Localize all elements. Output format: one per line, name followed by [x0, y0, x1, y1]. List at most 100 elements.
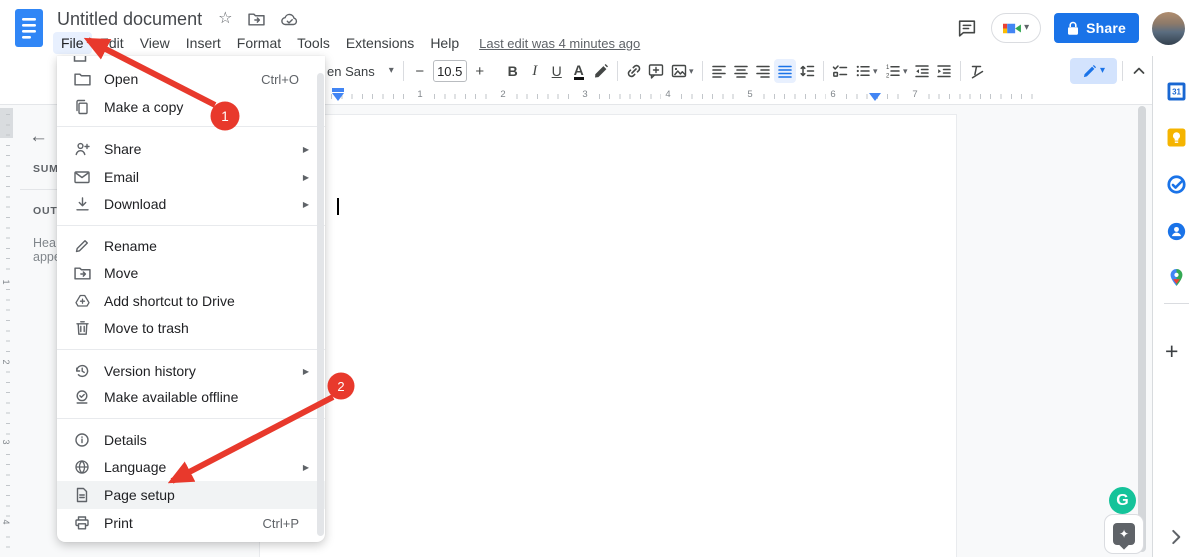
- share-button[interactable]: Share: [1054, 13, 1139, 43]
- menu-extensions[interactable]: Extensions: [338, 32, 422, 54]
- info-icon: [73, 431, 91, 449]
- underline-button[interactable]: U: [546, 59, 568, 83]
- insert-image-button[interactable]: ▾: [667, 59, 697, 83]
- get-add-ons-button[interactable]: +: [1165, 340, 1178, 363]
- submenu-arrow-icon: ▶: [302, 462, 309, 472]
- history-clock-icon: [73, 362, 91, 380]
- move-folder-icon[interactable]: [248, 12, 266, 27]
- google-docs-logo[interactable]: [15, 9, 43, 47]
- hide-side-panel-button[interactable]: [1165, 526, 1187, 548]
- document-title-row: Untitled document ☆: [57, 7, 300, 31]
- editing-mode-caret-icon: ▾: [1099, 65, 1106, 76]
- copy-icon: [73, 98, 91, 116]
- last-edit-link[interactable]: Last edit was 4 minutes ago: [479, 36, 640, 51]
- insert-link-button[interactable]: [623, 59, 645, 83]
- menu-item-open[interactable]: Open Ctrl+O: [57, 65, 325, 93]
- image-caret-icon: ▾: [688, 65, 694, 76]
- ruler-number: 1: [1, 277, 11, 287]
- menu-item-add-shortcut-to-drive[interactable]: Add shortcut to Drive: [57, 287, 325, 315]
- google-calendar-icon[interactable]: 31: [1167, 82, 1186, 101]
- meet-call-button[interactable]: ▾: [991, 13, 1042, 43]
- google-keep-icon[interactable]: [1167, 128, 1186, 147]
- menu-edit[interactable]: Edit: [92, 32, 132, 54]
- clear-formatting-button[interactable]: [966, 59, 988, 83]
- document-scrollbar[interactable]: [1138, 106, 1146, 552]
- increase-font-size-button[interactable]: +: [469, 59, 491, 83]
- google-maps-icon[interactable]: [1167, 268, 1186, 287]
- font-family-selector[interactable]: en Sans ▾: [327, 64, 394, 79]
- editing-mode-button[interactable]: ▾: [1070, 58, 1117, 84]
- first-line-indent-marker[interactable]: [332, 88, 344, 92]
- outline-hint-line1: Hea: [33, 236, 56, 250]
- menu-item-new-partial[interactable]: [73, 56, 87, 63]
- menu-item-move[interactable]: Move: [57, 259, 325, 287]
- menu-item-make-available-offline[interactable]: Make available offline: [57, 383, 325, 411]
- checklist-button[interactable]: [829, 59, 851, 83]
- decrease-font-size-button[interactable]: −: [409, 59, 431, 83]
- justify-button[interactable]: [773, 59, 796, 83]
- menu-scrollbar[interactable]: [317, 73, 324, 536]
- bold-button[interactable]: B: [502, 59, 524, 83]
- cloud-saved-icon[interactable]: [281, 12, 300, 26]
- close-outline-panel-button[interactable]: ←: [29, 126, 48, 148]
- explore-button[interactable]: ✦: [1104, 514, 1144, 554]
- align-right-button[interactable]: [752, 59, 774, 83]
- menu-item-share[interactable]: Share ▶: [57, 135, 325, 163]
- toolbar: en Sans ▾ − 10.5 + B I U A ▾ ▾ 1 2 ▾ ▾: [327, 56, 1150, 86]
- menu-item-make-a-copy[interactable]: Make a copy: [57, 93, 325, 121]
- text-color-button[interactable]: A: [568, 59, 590, 83]
- person-add-icon: [73, 140, 91, 158]
- google-contacts-icon[interactable]: [1167, 222, 1186, 241]
- rename-pencil-icon: [73, 237, 91, 255]
- menu-view[interactable]: View: [132, 32, 178, 54]
- add-comment-button[interactable]: [645, 59, 667, 83]
- highlight-color-button[interactable]: [590, 59, 612, 83]
- menu-item-move-to-trash[interactable]: Move to trash: [57, 314, 325, 342]
- ruler-number: 7: [908, 89, 922, 100]
- decrease-indent-button[interactable]: [911, 59, 933, 83]
- star-icon[interactable]: ☆: [218, 11, 232, 27]
- document-page[interactable]: [259, 114, 957, 557]
- side-panel-rail: 31 +: [1152, 56, 1199, 557]
- bulleted-list-button[interactable]: ▾: [851, 59, 881, 83]
- menu-format[interactable]: Format: [229, 32, 289, 54]
- menu-item-page-setup[interactable]: Page setup: [57, 481, 325, 509]
- line-spacing-button[interactable]: [796, 59, 818, 83]
- menu-tools[interactable]: Tools: [289, 32, 338, 54]
- file-menu: Open Ctrl+O Make a copy Share ▶ Email ▶ …: [57, 56, 325, 542]
- pencil-icon: [1083, 64, 1097, 77]
- align-left-button[interactable]: [708, 59, 730, 83]
- grammarly-button[interactable]: G: [1109, 487, 1136, 514]
- increase-indent-button[interactable]: [933, 59, 955, 83]
- italic-button[interactable]: I: [524, 59, 546, 83]
- ruler-number: 4: [1, 517, 11, 527]
- submenu-arrow-icon: ▶: [302, 172, 309, 182]
- document-title[interactable]: Untitled document: [57, 9, 202, 30]
- menu-item-version-history[interactable]: Version history ▶: [57, 357, 325, 385]
- menu-item-download[interactable]: Download ▶: [57, 190, 325, 218]
- svg-text:1: 1: [886, 65, 890, 71]
- menu-help[interactable]: Help: [422, 32, 467, 54]
- menu-file[interactable]: File: [53, 32, 92, 54]
- menu-item-print[interactable]: Print Ctrl+P: [57, 509, 325, 537]
- menu-insert[interactable]: Insert: [178, 32, 229, 54]
- collapse-toolbar-button[interactable]: [1128, 59, 1150, 83]
- left-indent-marker[interactable]: [332, 93, 344, 101]
- printer-icon: [73, 514, 91, 532]
- google-tasks-icon[interactable]: [1167, 175, 1186, 194]
- menu-item-details[interactable]: Details: [57, 426, 325, 454]
- comment-history-icon[interactable]: [956, 18, 978, 39]
- account-avatar[interactable]: [1152, 11, 1185, 45]
- ruler-number: 6: [826, 89, 840, 100]
- font-size-value[interactable]: 10.5: [432, 60, 467, 82]
- numbered-list-button[interactable]: 1 2 ▾: [881, 59, 911, 83]
- right-indent-marker[interactable]: [869, 93, 881, 101]
- menu-item-language[interactable]: Language ▶: [57, 453, 325, 481]
- trash-icon: [73, 319, 91, 337]
- menu-item-email[interactable]: Email ▶: [57, 163, 325, 191]
- drive-add-icon: [73, 292, 91, 310]
- align-center-button[interactable]: [730, 59, 752, 83]
- menu-item-rename[interactable]: Rename: [57, 232, 325, 260]
- summary-label: SUM: [33, 163, 59, 175]
- ruler-number: 4: [661, 89, 675, 100]
